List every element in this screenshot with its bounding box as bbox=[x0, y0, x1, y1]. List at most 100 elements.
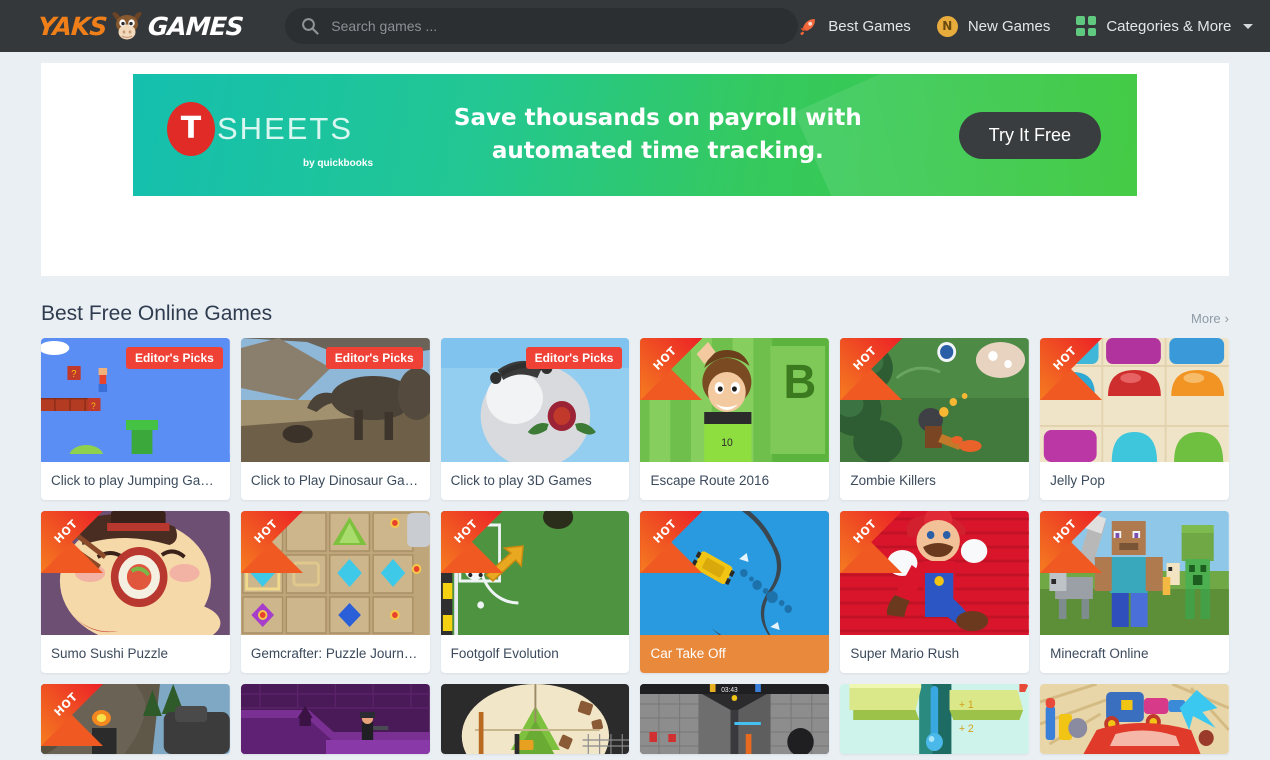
nav-item-new-games[interactable]: N New Games bbox=[936, 15, 1051, 37]
game-thumbnail[interactable]: HOT bbox=[41, 684, 230, 754]
svg-text:?: ? bbox=[91, 401, 96, 411]
svg-text:10: 10 bbox=[722, 437, 734, 449]
logo-text-yaks: YAKS bbox=[36, 11, 108, 41]
game-title: Click to play Jumping Ga… bbox=[51, 473, 214, 488]
game-title: Escape Route 2016 bbox=[650, 473, 770, 488]
game-thumbnail[interactable]: Editor's Picks bbox=[440, 338, 630, 462]
game-thumbnail[interactable]: HOT bbox=[840, 338, 1030, 462]
rocket-icon bbox=[798, 16, 818, 36]
game-thumbnail[interactable]: Editor's Picks bbox=[240, 338, 430, 462]
ad-banner-tsheets[interactable]: T SHEETS by quickbooks Save thousands on… bbox=[133, 74, 1137, 196]
game-title: Gemcrafter: Puzzle Journ… bbox=[250, 646, 418, 661]
site-header: YAKS GAMES Search games ... Best Games N… bbox=[0, 0, 1270, 52]
game-title: Footgolf Evolution bbox=[450, 646, 559, 661]
game-card[interactable]: HOT Zombie Killers bbox=[840, 338, 1030, 500]
hot-ribbon-badge: HOT bbox=[41, 511, 103, 573]
svg-text:+ 1: + 1 bbox=[959, 699, 974, 711]
hot-ribbon-badge: HOT bbox=[840, 511, 903, 573]
hot-ribbon-badge: HOT bbox=[440, 511, 503, 573]
game-card[interactable]: HOT Car Take Off bbox=[640, 511, 830, 673]
ad-brand-mark: T bbox=[167, 101, 215, 156]
nav-label-best-games: Best Games bbox=[828, 17, 911, 35]
search-bar[interactable] bbox=[285, 8, 799, 44]
new-badge-icon: N bbox=[936, 15, 958, 37]
hot-ribbon-badge: HOT bbox=[640, 338, 703, 400]
game-thumbnail[interactable]: HOT bbox=[840, 511, 1030, 635]
game-card[interactable]: HOT bbox=[41, 684, 230, 754]
game-title: Car Take Off bbox=[640, 635, 830, 673]
game-thumbnail[interactable] bbox=[440, 684, 630, 754]
game-card[interactable]: HOT Minecraft Online bbox=[1040, 511, 1229, 673]
game-card[interactable]: HOT Footgolf Evolution bbox=[440, 511, 630, 673]
main-nav: Best Games N New Games Categories & More bbox=[798, 15, 1254, 37]
game-title: Click to play 3D Games bbox=[450, 473, 592, 488]
game-thumbnail[interactable]: HOT bbox=[41, 511, 230, 635]
game-card[interactable]: B 10 HOT Escape Route 2016 bbox=[640, 338, 830, 500]
page-title: Best Free Online Games bbox=[41, 302, 273, 325]
logo-text-games: GAMES bbox=[147, 11, 245, 41]
game-card[interactable]: Editor's Picks Click to Play Dinosaur Ga… bbox=[240, 338, 430, 500]
editors-picks-badge: Editor's Picks bbox=[525, 347, 623, 369]
game-card[interactable] bbox=[1040, 684, 1229, 754]
game-thumbnail[interactable] bbox=[1040, 684, 1229, 754]
games-grid-row-2: HOT Sumo Sushi Puzzle HOT Gemcrafter: Puzz… bbox=[41, 511, 1229, 673]
game-thumbnail[interactable] bbox=[240, 684, 430, 754]
game-thumbnail[interactable]: HOT bbox=[1040, 338, 1229, 462]
nav-label-categories: Categories & More bbox=[1106, 17, 1232, 35]
game-card[interactable]: Editor's Picks Click to play 3D Games bbox=[440, 338, 630, 500]
hot-ribbon-badge: HOT bbox=[840, 338, 903, 400]
chevron-down-icon bbox=[1243, 23, 1254, 29]
game-thumbnail[interactable]: HOT bbox=[240, 511, 430, 635]
game-card[interactable]: + 1 + 2 bbox=[840, 684, 1030, 754]
ad-cta-button[interactable]: Try It Free bbox=[958, 111, 1101, 159]
site-logo[interactable]: YAKS GAMES bbox=[36, 9, 245, 43]
editors-picks-badge: Editor's Picks bbox=[125, 347, 223, 369]
game-card[interactable]: HOT Gemcrafter: Puzzle Journ… bbox=[240, 511, 430, 673]
game-card[interactable] bbox=[240, 684, 430, 754]
game-thumbnail[interactable]: B 10 HOT bbox=[640, 338, 830, 462]
game-title: Sumo Sushi Puzzle bbox=[51, 646, 169, 661]
game-card[interactable]: 03:43 bbox=[640, 684, 830, 754]
game-card[interactable] bbox=[440, 684, 630, 754]
game-title: Minecraft Online bbox=[1050, 646, 1149, 661]
game-thumbnail[interactable]: HOT bbox=[440, 511, 630, 635]
game-card[interactable]: HOT Super Mario Rush bbox=[840, 511, 1030, 673]
games-grid-row-3: HOT 03:43 + 1 + 2 bbox=[41, 684, 1229, 754]
search-input[interactable] bbox=[331, 18, 783, 34]
beige-physics-art bbox=[440, 684, 630, 754]
game-thumbnail[interactable]: 03:43 bbox=[640, 684, 830, 754]
nav-label-new-games: New Games bbox=[967, 17, 1051, 35]
game-card[interactable]: HOT Jelly Pop bbox=[1040, 338, 1229, 500]
yak-head-icon bbox=[109, 10, 145, 42]
svg-text:+ 2: + 2 bbox=[959, 723, 974, 735]
svg-text:?: ? bbox=[71, 369, 77, 380]
more-link[interactable]: More › bbox=[1191, 311, 1229, 326]
game-card[interactable]: ? ? Editor's Picks Click to play Jumping … bbox=[41, 338, 230, 500]
grid-icon bbox=[1076, 16, 1097, 36]
games-grid-row-1: ? ? Editor's Picks Click to play Jumping … bbox=[41, 338, 1229, 500]
hot-ribbon-badge: HOT bbox=[1040, 338, 1103, 400]
ad-headline: Save thousands on payroll with automated… bbox=[377, 102, 959, 169]
game-title: Click to Play Dinosaur Ga… bbox=[250, 473, 419, 488]
game-thumbnail[interactable]: HOT bbox=[1040, 511, 1229, 635]
hot-ribbon-badge: HOT bbox=[240, 511, 303, 573]
editors-picks-badge: Editor's Picks bbox=[325, 347, 423, 369]
nav-item-best-games[interactable]: Best Games bbox=[798, 16, 911, 36]
helix-tower-art: + 1 + 2 bbox=[840, 684, 1030, 754]
game-thumbnail[interactable]: + 1 + 2 bbox=[840, 684, 1030, 754]
red-car-blaster-art bbox=[1040, 684, 1229, 754]
game-thumbnail[interactable]: HOT bbox=[640, 511, 830, 635]
hot-ribbon-badge: HOT bbox=[41, 684, 103, 746]
nav-item-categories[interactable]: Categories & More bbox=[1076, 16, 1254, 36]
ad-headline-line1: Save thousands on payroll with bbox=[453, 104, 862, 131]
chevron-right-icon: › bbox=[1224, 311, 1229, 326]
purple-platformer-art bbox=[240, 684, 430, 754]
game-card[interactable]: HOT Sumo Sushi Puzzle bbox=[41, 511, 230, 673]
ad-brand-logo: T SHEETS by quickbooks bbox=[167, 101, 377, 169]
game-title: Jelly Pop bbox=[1050, 473, 1105, 488]
section-header: Best Free Online Games More › bbox=[41, 302, 1229, 338]
hot-ribbon-badge: HOT bbox=[640, 511, 703, 573]
game-thumbnail[interactable]: ? ? Editor's Picks bbox=[41, 338, 230, 462]
game-title: Zombie Killers bbox=[850, 473, 936, 488]
ad-container: T SHEETS by quickbooks Save thousands on… bbox=[41, 63, 1229, 276]
